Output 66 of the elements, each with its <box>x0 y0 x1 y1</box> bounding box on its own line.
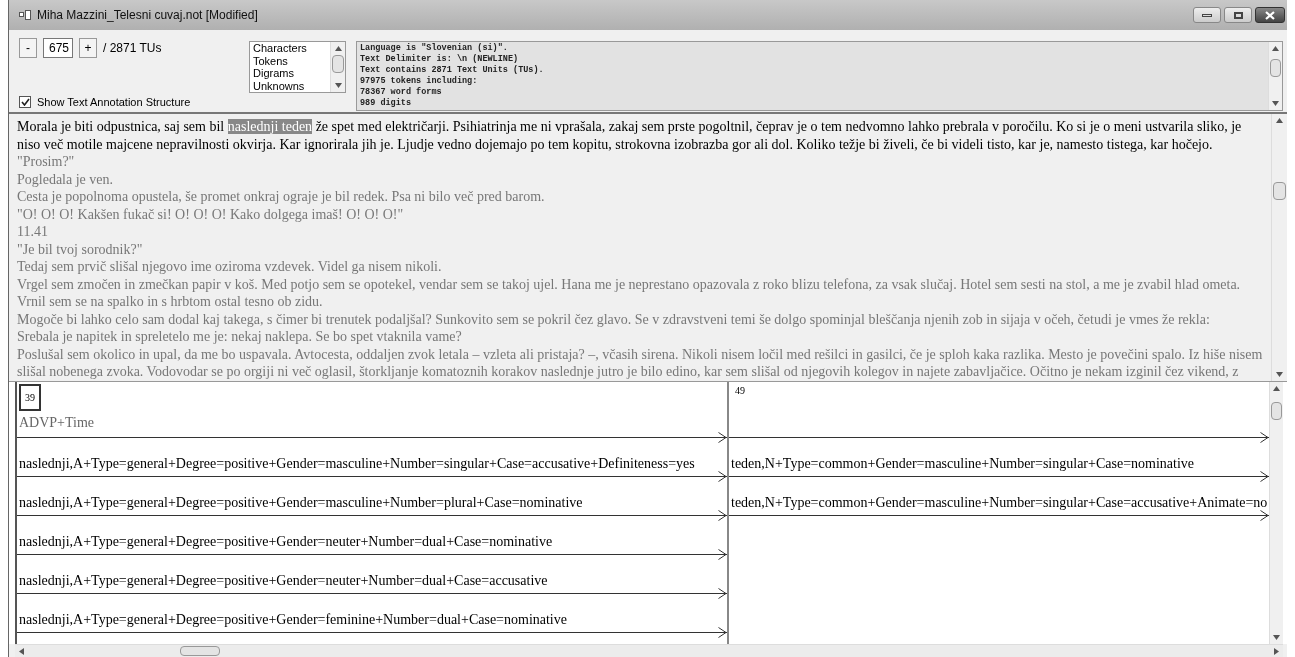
scroll-down-icon[interactable] <box>1276 372 1283 377</box>
text-unit[interactable]: "O! O! O! Kakšen fukač si! O! O! O! Kako dolgega imaš! O! O! O!" <box>17 205 1263 223</box>
units-total: / 2871 TUs <box>103 40 162 57</box>
increment-button[interactable]: + <box>79 38 97 58</box>
morph-analysis[interactable]: naslednji,A+Type=general+Degree=positive+Gender=masculine+Number=singular+Case=accusative+Definiteness=yes <box>17 457 727 471</box>
listbox-item[interactable]: Digrams <box>253 67 330 80</box>
text-unit[interactable]: Cesta je popolnoma opustela, še promet onkraj ograje je bil redek. Psa ni bilo več pred barom. <box>17 188 1263 206</box>
scroll-down-icon[interactable] <box>1272 101 1279 106</box>
morph-analysis[interactable]: naslednji,A+Type=general+Degree=positive+Gender=masculine+Number=plural+Case=nominative <box>17 496 727 510</box>
text-unit[interactable]: "Je bil tvoj sorodnik?" <box>17 240 1263 258</box>
scroll-down-icon[interactable] <box>1273 635 1280 640</box>
scroll-thumb[interactable] <box>332 55 344 73</box>
scroll-left-icon[interactable] <box>19 647 24 655</box>
listbox-item[interactable]: Characters <box>253 42 330 55</box>
text-unit[interactable]: Mogoče bi lahko celo sam dodal kaj takega, s čimer bi trenutek podaljšal? Sunkovito sem se pokril čez glavo. Se v zdravstveni temi še dolgo spominjal bleščanja njenih zob in sijaja v očeh, četudi je vmes že rekla: <box>17 310 1263 328</box>
checkmark-icon <box>20 97 30 106</box>
text-unit[interactable]: Morala je biti odpustnica, saj sem bil naslednji teden že spet med električarji. Psihiatrinja me ni vprašala, zakaj sem prste pogoltnil, čeprav je o tem nedvomno lahko prebrala v poročilu. Ko si je o meni ustvarila sliko, je niso več motile majcene nepravilnosti okvirja. Kar ignorirala jih je. Ljudje vedno dojemajo po tem kopitu, strokovna izobrazba gor ali dol. Koliko težje bi živeli, če bi videli tisto, kar je, namesto tistega, kar hočejo. <box>17 118 1263 153</box>
show-structure-checkbox[interactable]: Show Text Annotation Structure <box>19 93 249 110</box>
text-unit[interactable]: Poslušal sem okolico in upal, da me bo uspavala. Avtocesta, oddaljen zvok letala – vzleta ali pristaja? –, včasih sirena. Nikoli nisem ločil med rešilci in gasilci, če je sploh kaka razlika. Mesto je povečini spalo. Iz hiše nisem slišal nobenega zvoka. Vodovodar se po orgiji ni več oglasil, štorkljanje komatoznih korakov naslednje jutro je bilo edino, kar sem slišal od njegovih kolegov in najete zabavljačice. Očitno je nekam izginil čez vikend, z <box>17 345 1263 381</box>
unit-number-field[interactable]: 675 <box>43 38 73 58</box>
window-title: Miha Mazzini_Telesni cuvaj.not [Modified] <box>37 7 258 24</box>
listbox-item[interactable]: Unknowns <box>253 79 330 92</box>
info-line: Text contains 2871 Text Units (TUs). <box>360 65 545 76</box>
text-unit[interactable]: Vrgel sem zmočen in zmečkan papir v koš. Med potjo sem se opotekel, vendar sem se takoj ujel. Hana me je neprestano opazovala z roko blizu telefona, za vsak slučaj. Hotel sem sesti na stol, a me je zvabil hlad ometa. <box>17 275 1263 293</box>
close-button[interactable] <box>1255 7 1285 23</box>
phrase-label: ADVP+Time <box>19 415 96 431</box>
text-unit[interactable]: Vrnil sem se na spalko in s hrbtom ostal tesno ob zidu. <box>17 293 1263 311</box>
text-unit[interactable]: "Prosim?" <box>17 153 1263 171</box>
scroll-thumb[interactable] <box>1271 402 1282 420</box>
scroll-up-icon[interactable] <box>334 46 342 51</box>
scroll-up-icon[interactable] <box>1276 118 1283 123</box>
scrollbar[interactable] <box>1269 382 1283 644</box>
maximize-button[interactable] <box>1224 7 1252 23</box>
statistics-listbox[interactable]: Characters Tokens Digrams Unknowns <box>249 41 346 93</box>
token-number[interactable]: 49 <box>731 382 749 399</box>
scroll-right-icon[interactable] <box>1274 647 1279 655</box>
scroll-thumb[interactable] <box>1273 182 1286 200</box>
scroll-thumb[interactable] <box>1270 59 1281 77</box>
text-unit[interactable]: 11.41 <box>17 223 1263 241</box>
text-unit[interactable]: Srebala je napitek in spreletelo me je: nekaj naklepa. Se bo spet vtaknila vame? <box>17 328 1263 346</box>
minimize-button[interactable] <box>1193 7 1221 23</box>
scroll-thumb[interactable] <box>180 646 220 656</box>
morph-analysis[interactable]: naslednji,A+Type=general+Degree=positive+Gender=feminine+Number=dual+Case=nominative <box>17 613 727 627</box>
info-line: 989 digits <box>360 98 412 109</box>
morph-analysis[interactable]: teden,N+Type=common+Gender=masculine+Number=singular+Case=nominative <box>729 457 1269 471</box>
scroll-up-icon[interactable] <box>1272 46 1279 51</box>
listbox-item[interactable]: Tokens <box>253 54 330 67</box>
text-unit[interactable]: Pogledala je ven. <box>17 170 1263 188</box>
morph-analysis[interactable]: naslednji,A+Type=general+Degree=positive+Gender=neuter+Number=dual+Case=nominative <box>17 535 727 549</box>
close-icon <box>1265 10 1275 20</box>
info-line: 78367 word forms <box>360 87 443 98</box>
scrollbar[interactable] <box>1268 42 1282 110</box>
scrollbar[interactable] <box>1271 114 1287 381</box>
token-number[interactable]: 39 <box>19 384 41 411</box>
morph-analysis[interactable]: teden,N+Type=common+Gender=masculine+Number=singular+Case=accusative+Animate=no <box>729 496 1269 510</box>
decrement-button[interactable]: - <box>19 38 37 58</box>
info-line: Text Delimiter is: \n (NEWLINE) <box>360 54 520 65</box>
app-icon <box>19 10 31 20</box>
scroll-up-icon[interactable] <box>1273 386 1280 391</box>
info-line: Language is "Slovenian (si)". <box>360 43 509 54</box>
text-unit[interactable]: Tedaj sem prvič slišal njegovo ime oziroma vzdevek. Videl ga nisem nikoli. <box>17 258 1263 276</box>
info-line: 97975 tokens including: <box>360 76 479 87</box>
morph-analysis[interactable]: naslednji,A+Type=general+Degree=positive+Gender=neuter+Number=dual+Case=accusative <box>17 574 727 588</box>
horizontal-scrollbar[interactable] <box>15 644 1283 657</box>
scrollbar[interactable] <box>330 42 345 92</box>
scroll-down-icon[interactable] <box>334 83 342 88</box>
